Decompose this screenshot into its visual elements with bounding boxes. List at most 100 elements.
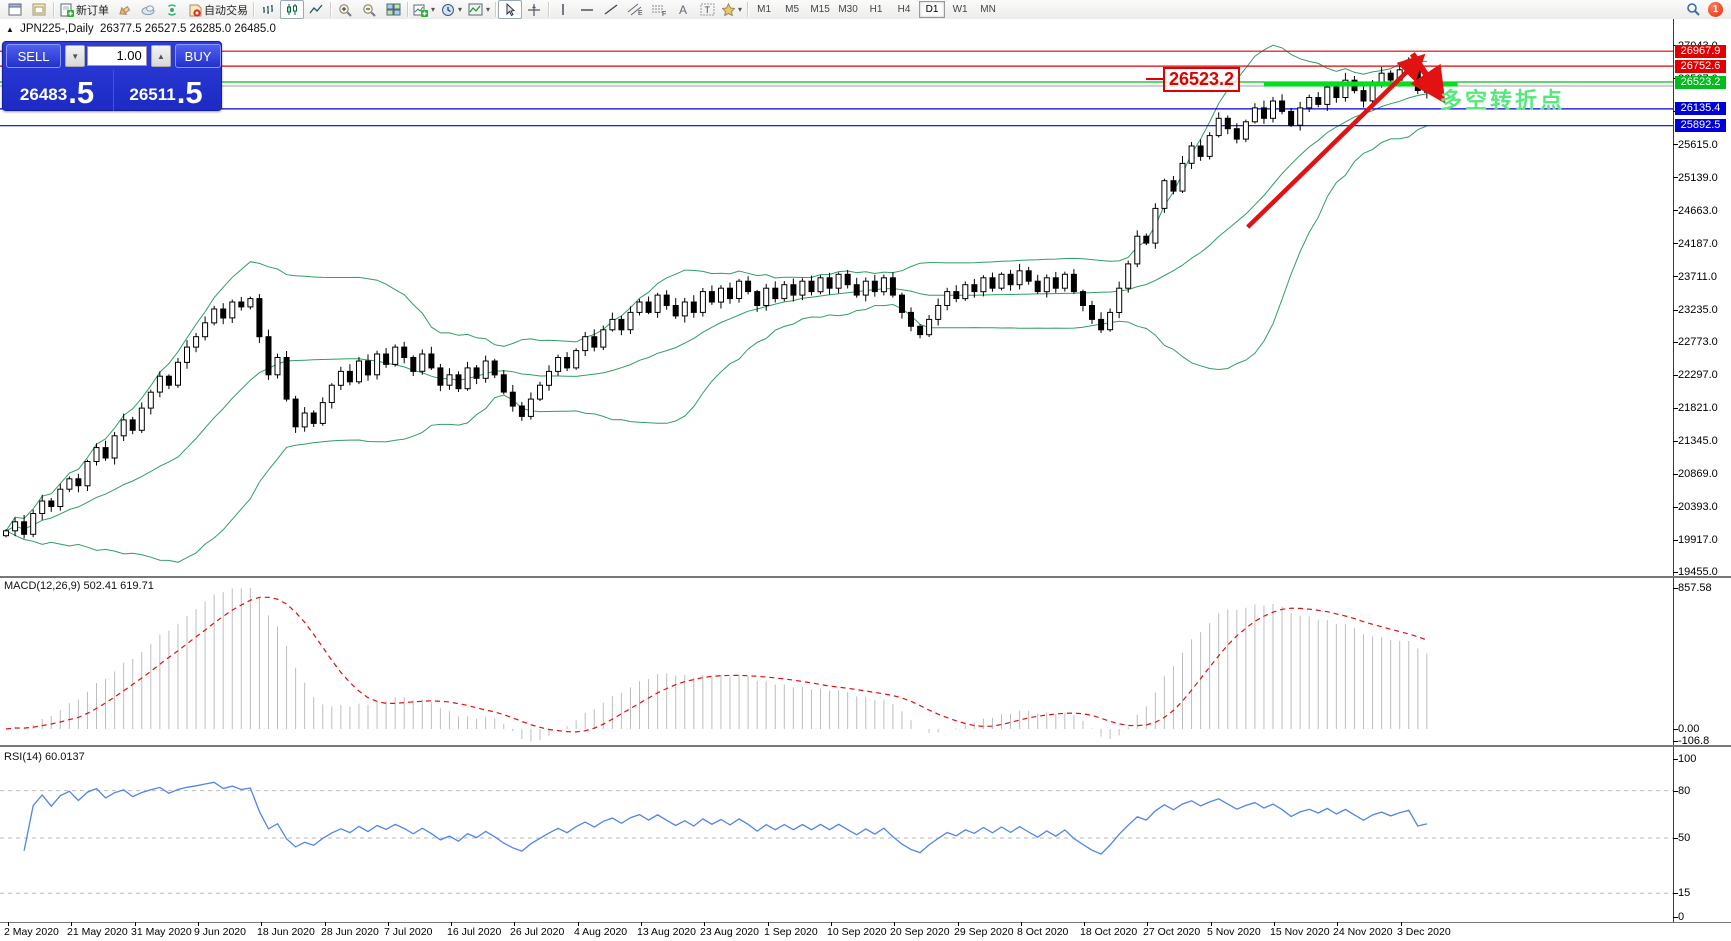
candle-bear [1143,235,1150,244]
time-axis-label: 10 Sep 2020 [827,926,887,938]
candle-bear [672,305,679,317]
candle-bull [555,357,562,372]
candle-bear [953,291,960,300]
candle-bull [546,370,552,386]
sell-button[interactable]: SELL [6,44,62,68]
rsi-axis-tick: 0 [1678,911,1685,923]
panel-separator[interactable] [0,576,1731,578]
trade-panel-row: SELL ▼ 1.00 ▲ BUY [3,44,221,68]
candle-bear [292,398,299,428]
candle-bear [509,391,516,407]
price-line-label: 26752.6 [1675,60,1726,73]
time-axis-label: 24 Nov 2020 [1333,926,1393,938]
price-axis-tick: 25615.0 [1678,139,1718,151]
candle-bull [600,329,607,348]
price-axis-tick: 21821.0 [1678,402,1718,414]
candle-bear [871,280,878,293]
candle-bull [328,384,335,404]
candle-bull [1134,235,1141,265]
candle-bull [1016,270,1023,286]
price-axis-tick: 20393.0 [1678,501,1718,513]
candle-bear [1261,107,1267,119]
price-callout-box[interactable]: 26523.2 [1163,67,1241,92]
candle-bull [184,346,190,363]
price-line-label: 26135.4 [1675,102,1726,115]
candle-bull [537,384,543,400]
candle-bear [256,298,263,338]
time-axis-label: 2 May 2020 [4,926,59,938]
sell-price[interactable]: 26483 .5 [5,70,109,111]
candle-bull [156,375,163,393]
candle-bull [944,291,951,307]
volume-decrease-button[interactable]: ▼ [65,45,86,67]
candle-bear [1315,97,1322,105]
volume-increase-button[interactable]: ▲ [150,45,172,67]
sell-price-frac: .5 [68,75,95,110]
candle-bull [1206,135,1213,157]
volume-input[interactable]: 1.00 [87,46,147,66]
candle-bear [826,277,833,289]
candle-bear [790,284,797,296]
candle-bull [482,360,489,379]
candle-bull [736,280,743,300]
candle-bull [66,478,73,490]
candle-bull [1324,86,1331,105]
time-axis-label: 27 Oct 2020 [1143,926,1201,938]
candle-bull [111,435,118,459]
price-axis-tick: 19455.0 [1678,566,1718,578]
candle-bear [971,284,978,293]
candle-bear [1080,291,1086,307]
time-axis-label: 1 Sep 2020 [764,926,818,938]
candle-bear [455,374,462,390]
candle-bull [175,361,181,386]
candle-bear [401,346,408,359]
rsi-line [23,781,1428,855]
time-axis-label: 18 Jun 2020 [257,926,315,938]
bollinger-upper-band [5,44,1427,532]
candle-bull [627,311,634,331]
candle-bear [591,336,598,348]
candle-bull [84,461,91,487]
candle-bull [147,391,154,409]
candle-bull [1251,107,1258,123]
buy-price[interactable]: 26511 .5 [113,70,218,111]
rsi-axis-tick: 100 [1678,753,1697,765]
candle-bear [75,478,82,487]
candle-bear [1098,318,1105,331]
rsi-axis-tick: 15 [1678,887,1691,899]
candle-bear [808,280,815,293]
candle-bull [1242,121,1249,140]
bollinger-lower-band [5,125,1428,563]
candle-bull [527,398,534,417]
time-axis-label: 18 Oct 2020 [1080,926,1138,938]
candle-bull [1152,207,1159,244]
candle-bull [1179,162,1186,192]
turning-point-label[interactable]: 多空转折点 [1440,83,1565,115]
panel-separator[interactable] [0,745,1731,747]
candle-bull [374,353,381,376]
candle-bull [3,530,9,537]
candle-bear [346,370,353,383]
time-axis-label: 29 Sep 2020 [954,926,1014,938]
time-axis-label: 3 Dec 2020 [1397,926,1451,938]
candle-bear [663,294,670,307]
rsi-axis-tick: 80 [1678,785,1691,797]
buy-button[interactable]: BUY [175,44,221,68]
candle-bear [645,301,652,313]
candle-bull [862,280,869,296]
candle-bull [464,367,471,390]
candle-bull [93,447,100,463]
time-axis-label: 9 Jun 2020 [194,926,246,938]
candle-bear [265,336,272,376]
candle-bear [48,500,55,507]
price-axis-tick: 22297.0 [1678,369,1718,381]
candle-bull [681,301,688,317]
candle-bear [708,291,715,303]
candle-bear [908,311,914,327]
callout-dash [1146,78,1163,80]
macd-axis-tick: 0.00 [1678,723,1700,735]
macd-signal-line [5,596,1428,733]
ohlc-values: 26377.5 26527.5 26285.0 26485.0 [100,23,276,35]
price-axis-tick: 20869.0 [1678,468,1718,480]
candle-bear [1360,90,1367,102]
